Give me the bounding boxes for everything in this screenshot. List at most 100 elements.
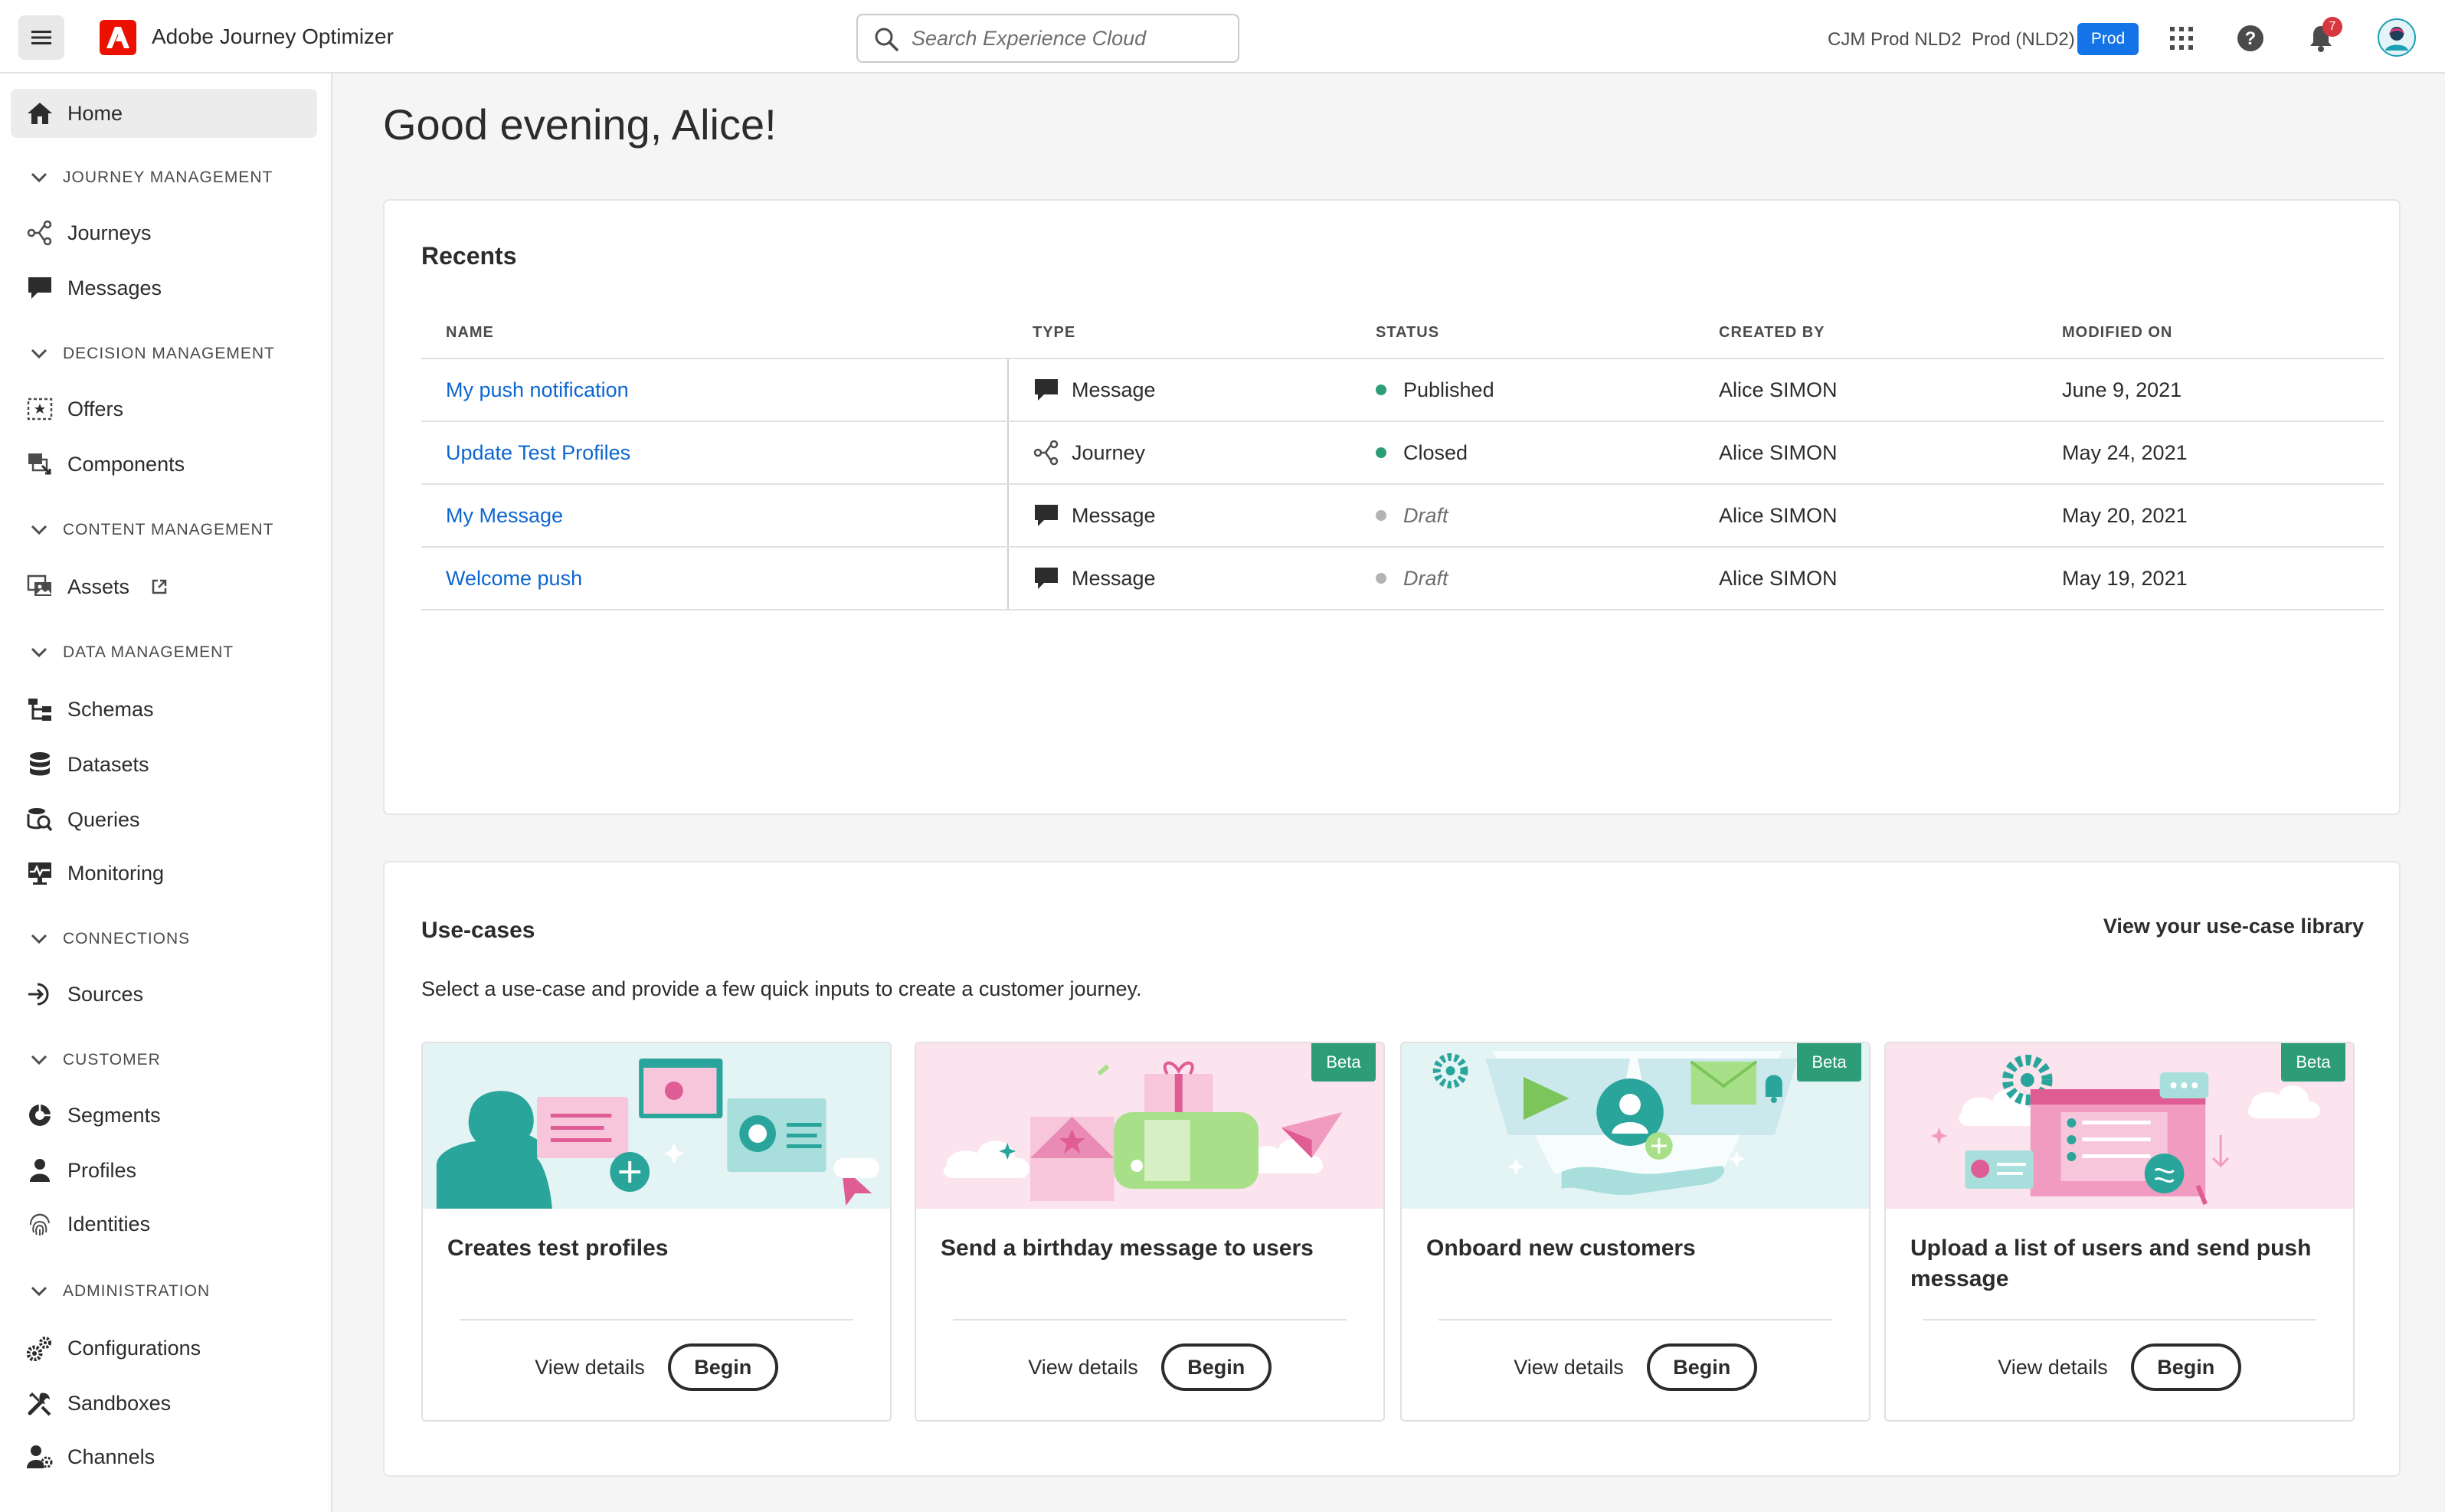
- section-administration[interactable]: ADMINISTRATION: [31, 1278, 210, 1305]
- sidebar-item-sandboxes[interactable]: Sandboxes: [11, 1379, 317, 1428]
- table-row[interactable]: My Message Message Draft Alice SIMON May…: [421, 484, 2384, 548]
- chevron-down-icon: [31, 1055, 47, 1065]
- app-title: Adobe Journey Optimizer: [152, 25, 394, 48]
- page-greeting: Good evening, Alice!: [383, 100, 777, 149]
- apps-grid-button[interactable]: [2165, 21, 2198, 55]
- begin-button[interactable]: Begin: [1160, 1343, 1272, 1391]
- notifications-button[interactable]: 7: [2304, 17, 2342, 55]
- column-header-created-by[interactable]: CREATED BY: [1694, 308, 2038, 359]
- usecase-library-link[interactable]: View your use-case library: [2103, 915, 2364, 938]
- usecase-card[interactable]: Beta Send a birthday message to users Vi…: [915, 1042, 1385, 1422]
- column-header-modified-on[interactable]: MODIFIED ON: [2038, 308, 2384, 359]
- recent-item-link[interactable]: Update Test Profiles: [446, 441, 630, 464]
- search-input[interactable]: [912, 23, 1218, 54]
- section-title: DECISION MANAGEMENT: [63, 345, 275, 362]
- view-details-link[interactable]: View details: [1998, 1356, 2108, 1379]
- sidebar-item-identities[interactable]: Identities: [11, 1199, 317, 1249]
- sidebar-item-home[interactable]: Home: [11, 89, 317, 138]
- begin-button[interactable]: Begin: [667, 1343, 778, 1391]
- section-connections[interactable]: CONNECTIONS: [31, 925, 190, 953]
- help-icon: ?: [2237, 25, 2263, 51]
- usecases-description: Select a use-case and provide a few quic…: [421, 977, 1142, 1000]
- user-avatar[interactable]: [2378, 18, 2416, 57]
- table-row[interactable]: My push notification Message Published A…: [421, 358, 2384, 422]
- apps-grid-icon: [2170, 27, 2193, 50]
- sources-icon: [26, 980, 54, 1008]
- section-content-management[interactable]: CONTENT MANAGEMENT: [31, 516, 273, 544]
- sidebar-item-label: Sandboxes: [67, 1391, 172, 1415]
- section-journey-management[interactable]: JOURNEY MANAGEMENT: [31, 164, 273, 191]
- section-data-management[interactable]: DATA MANAGEMENT: [31, 639, 234, 666]
- journey-icon: [1033, 440, 1059, 466]
- sidebar-item-label: Queries: [67, 807, 140, 831]
- beta-badge: Beta: [1797, 1043, 1861, 1082]
- usecase-card[interactable]: Beta Onboard new customers View details …: [1400, 1042, 1871, 1422]
- org-switcher[interactable]: CJM Prod NLD2: [1828, 29, 1962, 51]
- sidebar-item-sources[interactable]: Sources: [11, 970, 317, 1019]
- database-icon: [26, 751, 54, 778]
- help-button[interactable]: ?: [2234, 21, 2267, 55]
- query-icon: [26, 806, 54, 833]
- recent-item-link[interactable]: My Message: [446, 504, 563, 527]
- begin-button[interactable]: Begin: [1646, 1343, 1757, 1391]
- sandbox-switcher[interactable]: Prod (NLD2): [1972, 29, 2075, 51]
- created-by: Alice SIMON: [1694, 547, 2038, 610]
- sidebar-item-channels[interactable]: Channels: [11, 1432, 317, 1481]
- view-details-link[interactable]: View details: [1514, 1356, 1624, 1379]
- chevron-down-icon: [31, 1286, 47, 1297]
- sidebar-item-journeys[interactable]: Journeys: [11, 208, 317, 257]
- chevron-down-icon: [31, 934, 47, 944]
- begin-button[interactable]: Begin: [2130, 1343, 2241, 1391]
- message-icon: [26, 274, 54, 302]
- card-divider: [953, 1319, 1347, 1321]
- segments-icon: [26, 1101, 54, 1129]
- column-header-status[interactable]: STATUS: [1351, 308, 1694, 359]
- sidebar-item-schemas[interactable]: Schemas: [11, 685, 317, 734]
- card-divider: [1923, 1319, 2316, 1321]
- journey-icon: [26, 219, 54, 247]
- sidebar: Home JOURNEY MANAGEMENT Journeys Message…: [0, 74, 332, 1512]
- usecase-card[interactable]: Creates test profiles View details Begin: [421, 1042, 892, 1422]
- search-box[interactable]: [856, 14, 1239, 63]
- message-icon: [1035, 379, 1058, 401]
- user-icon: [26, 1157, 54, 1184]
- beta-badge: Beta: [2281, 1043, 2345, 1082]
- sidebar-item-offers[interactable]: Offers: [11, 385, 317, 434]
- modified-on: May 24, 2021: [2038, 421, 2384, 485]
- message-icon: [1035, 505, 1058, 526]
- sidebar-item-segments[interactable]: Segments: [11, 1091, 317, 1140]
- sidebar-item-configurations[interactable]: Configurations: [11, 1324, 317, 1373]
- modified-on: June 9, 2021: [2038, 358, 2384, 422]
- sidebar-item-messages[interactable]: Messages: [11, 263, 317, 313]
- adobe-logo[interactable]: [100, 20, 136, 55]
- recents-title: Recents: [421, 242, 517, 270]
- sidebar-item-profiles[interactable]: Profiles: [11, 1146, 317, 1195]
- status-label: Published: [1403, 378, 1494, 401]
- offers-icon: [26, 395, 54, 423]
- monitoring-icon: [26, 859, 54, 887]
- section-decision-management[interactable]: DECISION MANAGEMENT: [31, 340, 275, 368]
- column-header-type[interactable]: TYPE: [1008, 308, 1351, 359]
- sidebar-item-assets[interactable]: Assets: [11, 562, 317, 611]
- recent-item-link[interactable]: My push notification: [446, 378, 629, 401]
- status-label: Draft: [1403, 503, 1448, 527]
- sidebar-item-components[interactable]: Components: [11, 440, 317, 489]
- recent-item-link[interactable]: Welcome push: [446, 567, 582, 590]
- view-details-link[interactable]: View details: [1028, 1356, 1138, 1379]
- hamburger-menu-button[interactable]: [18, 15, 64, 60]
- home-icon: [26, 100, 54, 127]
- svg-text:?: ?: [2245, 28, 2257, 49]
- view-details-link[interactable]: View details: [535, 1356, 645, 1379]
- section-title: ADMINISTRATION: [63, 1282, 211, 1300]
- type-label: Message: [1072, 566, 1156, 590]
- usecase-card[interactable]: Beta Upload a list of users and send pus…: [1884, 1042, 2355, 1422]
- sidebar-item-datasets[interactable]: Datasets: [11, 740, 317, 789]
- sidebar-item-monitoring[interactable]: Monitoring: [11, 849, 317, 898]
- table-row[interactable]: Update Test Profiles Journey Closed Alic…: [421, 421, 2384, 485]
- column-header-name[interactable]: NAME: [421, 308, 1008, 359]
- sidebar-item-queries[interactable]: Queries: [11, 795, 317, 844]
- section-title: CUSTOMER: [63, 1051, 161, 1069]
- table-row[interactable]: Welcome push Message Draft Alice SIMON M…: [421, 547, 2384, 610]
- usecases-title: Use-cases: [421, 918, 535, 943]
- section-customer[interactable]: CUSTOMER: [31, 1046, 161, 1074]
